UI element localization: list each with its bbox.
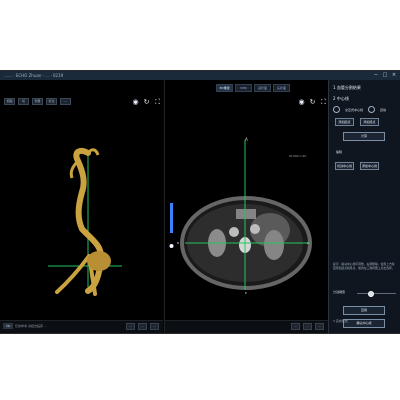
compute-button[interactable]: 计算: [343, 132, 385, 141]
radio-auto[interactable]: [368, 106, 376, 113]
cut-centerline-button[interactable]: 切割中心线: [335, 162, 354, 170]
report-section-label: 3 完成报告: [333, 319, 348, 323]
left-3d-view-pane[interactable]: 视图 切 测量 标注 … ◉ ↻ ⛶ 3D 仅供参考 请结合临床 … … … …: [0, 80, 163, 333]
middle-pane-footer: … … …: [165, 320, 328, 333]
slice-label-bottom: P: [245, 291, 247, 295]
threshold-label: 分割阈值: [333, 290, 346, 294]
right-settings-panel: 1 血管分割结果 2 中心线 交互式中心线 自动 添加起点 添加终点 计算 编辑…: [328, 80, 400, 333]
edit-mode-buttons: 切割中心线 添加中心线: [335, 162, 379, 170]
left-footer-text: 仅供参考 请结合临床 …: [15, 324, 47, 328]
window-controls: − □ ×: [373, 72, 397, 78]
panel-title: 1 血管分割结果: [333, 85, 361, 90]
minimize-icon[interactable]: −: [373, 72, 379, 78]
slice-label-left: R: [177, 241, 180, 245]
centerline-hint-text: 提示：拖动中心线可调整，右键删除，使用上方按钮添加起点和终点，或者在三维视图上点…: [333, 262, 395, 270]
centerline-mode-row: 交互式中心线 自动: [333, 106, 386, 113]
maximize-icon[interactable]: □: [382, 72, 388, 78]
threshold-slider-track: [357, 293, 396, 294]
app-window: …… · ECHO Zhuan · … · 0219 − □ × 视图 切 测量…: [0, 70, 400, 334]
left-status-3[interactable]: …: [150, 323, 159, 330]
view-label-top: A: [245, 137, 248, 142]
middle-status-3[interactable]: …: [315, 323, 324, 330]
add-start-button[interactable]: 添加起点: [335, 118, 354, 126]
middle-footer-status: … … …: [291, 323, 324, 330]
slice-label-right: L: [307, 241, 309, 245]
3d-icon[interactable]: 3D: [3, 323, 13, 329]
ct-slice-view: [169, 140, 312, 290]
middle-status-2[interactable]: …: [303, 323, 312, 330]
threshold-slider-knob[interactable]: [368, 291, 374, 297]
window-titlebar: …… · ECHO Zhuan · … · 0219 − □ ×: [0, 71, 400, 80]
threshold-row: 分割阈值: [333, 290, 345, 294]
vessel-3d-render: [48, 147, 122, 296]
middle-ct-view-pane[interactable]: 3D重建 MPR 冠状面 矢状面 ◉ ↻ ⛶ A W:400 L:40 R L …: [164, 80, 328, 333]
confirm-centerline-button[interactable]: 确认中心线: [343, 319, 385, 328]
middle-status-1[interactable]: …: [291, 323, 300, 330]
apply-button[interactable]: 应用: [343, 306, 385, 315]
radio-auto-label: 自动: [380, 107, 387, 112]
left-footer-status: … … …: [126, 323, 159, 330]
add-end-button[interactable]: 添加终点: [360, 118, 379, 126]
left-status-1[interactable]: …: [126, 323, 135, 330]
threshold-slider[interactable]: [357, 291, 396, 297]
add-centerline-button[interactable]: 添加中心线: [360, 162, 379, 170]
close-icon[interactable]: ×: [391, 72, 397, 78]
edit-label: 编辑: [336, 150, 343, 154]
screenshot-canvas: …… · ECHO Zhuan · … · 0219 − □ × 视图 切 测量…: [0, 0, 400, 400]
start-end-buttons: 添加起点 添加终点: [335, 118, 379, 126]
centerline-section-title: 2 中心线: [333, 96, 349, 101]
window-title: …… · ECHO Zhuan · … · 0219: [4, 73, 64, 78]
window-level-label: W:400 L:40: [289, 154, 306, 158]
radio-interactive[interactable]: [333, 106, 340, 113]
left-status-2[interactable]: …: [138, 323, 147, 330]
left-pane-footer: 3D 仅供参考 请结合临床 … … … …: [0, 320, 163, 333]
left-footer-left: 3D: [3, 323, 13, 329]
radio-interactive-label: 交互式中心线: [345, 107, 364, 112]
